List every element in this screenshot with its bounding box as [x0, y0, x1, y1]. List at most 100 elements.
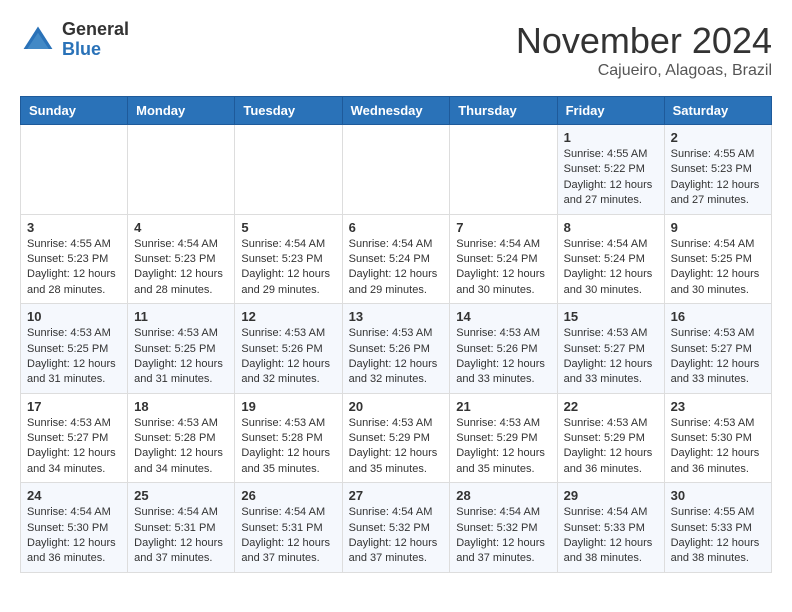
logo-icon	[20, 22, 56, 58]
cell-content: Sunrise: 4:55 AM Sunset: 5:23 PM Dayligh…	[27, 237, 121, 299]
page-header: General Blue November 2024 Cajueiro, Ala…	[20, 20, 772, 80]
calendar-cell	[342, 125, 450, 215]
calendar-cell: 6 Sunrise: 4:54 AM Sunset: 5:24 PM Daylig…	[342, 214, 450, 304]
cell-content: Sunrise: 4:55 AM Sunset: 5:22 PM Dayligh…	[564, 147, 658, 209]
calendar-cell: 12 Sunrise: 4:53 AM Sunset: 5:26 PM Dayli…	[235, 304, 342, 394]
day-number: 6	[349, 220, 444, 235]
calendar-cell: 3 Sunrise: 4:55 AM Sunset: 5:23 PM Daylig…	[21, 214, 128, 304]
day-number: 11	[134, 309, 228, 324]
month-title: November 2024	[516, 20, 772, 62]
day-header-thursday: Thursday	[450, 97, 557, 125]
day-number: 15	[564, 309, 658, 324]
day-number: 24	[27, 488, 121, 503]
calendar-cell: 13 Sunrise: 4:53 AM Sunset: 5:26 PM Dayli…	[342, 304, 450, 394]
calendar-cell	[235, 125, 342, 215]
day-number: 21	[456, 399, 550, 414]
calendar-cell: 24Sunrise: 4:54 AM Sunset: 5:30 PM Dayli…	[21, 483, 128, 573]
calendar-cell: 19 Sunrise: 4:53 AM Sunset: 5:28 PM Dayli…	[235, 393, 342, 483]
calendar-cell: 2Sunrise: 4:55 AM Sunset: 5:23 PM Daylig…	[664, 125, 771, 215]
calendar-cell: 26 Sunrise: 4:54 AM Sunset: 5:31 PM Dayli…	[235, 483, 342, 573]
calendar-cell: 23 Sunrise: 4:53 AM Sunset: 5:30 PM Dayli…	[664, 393, 771, 483]
day-number: 23	[671, 399, 765, 414]
day-number: 25	[134, 488, 228, 503]
day-number: 19	[241, 399, 335, 414]
calendar-cell: 9 Sunrise: 4:54 AM Sunset: 5:25 PM Daylig…	[664, 214, 771, 304]
calendar-cell	[128, 125, 235, 215]
day-header-tuesday: Tuesday	[235, 97, 342, 125]
logo-blue: Blue	[62, 40, 129, 60]
cell-content: Sunrise: 4:54 AM Sunset: 5:33 PM Dayligh…	[564, 505, 658, 567]
calendar-cell: 28 Sunrise: 4:54 AM Sunset: 5:32 PM Dayli…	[450, 483, 557, 573]
calendar-cell	[21, 125, 128, 215]
cell-content: Sunrise: 4:53 AM Sunset: 5:29 PM Dayligh…	[456, 416, 550, 478]
cell-content: Sunrise: 4:54 AM Sunset: 5:31 PM Dayligh…	[241, 505, 335, 567]
calendar-cell: 14 Sunrise: 4:53 AM Sunset: 5:26 PM Dayli…	[450, 304, 557, 394]
day-number: 14	[456, 309, 550, 324]
calendar-table: SundayMondayTuesdayWednesdayThursdayFrid…	[20, 96, 772, 573]
cell-content: Sunrise: 4:54 AM Sunset: 5:23 PM Dayligh…	[134, 237, 228, 299]
cell-content: Sunrise: 4:54 AM Sunset: 5:31 PM Dayligh…	[134, 505, 228, 567]
cell-content: Sunrise: 4:53 AM Sunset: 5:29 PM Dayligh…	[564, 416, 658, 478]
cell-content: Sunrise: 4:54 AM Sunset: 5:24 PM Dayligh…	[456, 237, 550, 299]
calendar-week-5: 24Sunrise: 4:54 AM Sunset: 5:30 PM Dayli…	[21, 483, 772, 573]
day-number: 4	[134, 220, 228, 235]
calendar-cell: 1 Sunrise: 4:55 AM Sunset: 5:22 PM Daylig…	[557, 125, 664, 215]
day-number: 13	[349, 309, 444, 324]
calendar-cell: 15 Sunrise: 4:53 AM Sunset: 5:27 PM Dayli…	[557, 304, 664, 394]
cell-content: Sunrise: 4:53 AM Sunset: 5:26 PM Dayligh…	[241, 326, 335, 388]
cell-content: Sunrise: 4:53 AM Sunset: 5:27 PM Dayligh…	[671, 326, 765, 388]
cell-content: Sunrise: 4:54 AM Sunset: 5:32 PM Dayligh…	[456, 505, 550, 567]
cell-content: Sunrise: 4:53 AM Sunset: 5:26 PM Dayligh…	[349, 326, 444, 388]
day-header-sunday: Sunday	[21, 97, 128, 125]
calendar-header-row: SundayMondayTuesdayWednesdayThursdayFrid…	[21, 97, 772, 125]
day-header-monday: Monday	[128, 97, 235, 125]
calendar-week-4: 17Sunrise: 4:53 AM Sunset: 5:27 PM Dayli…	[21, 393, 772, 483]
day-number: 9	[671, 220, 765, 235]
logo-text: General Blue	[62, 20, 129, 60]
calendar-cell: 8 Sunrise: 4:54 AM Sunset: 5:24 PM Daylig…	[557, 214, 664, 304]
day-number: 8	[564, 220, 658, 235]
cell-content: Sunrise: 4:54 AM Sunset: 5:25 PM Dayligh…	[671, 237, 765, 299]
calendar-cell: 7 Sunrise: 4:54 AM Sunset: 5:24 PM Daylig…	[450, 214, 557, 304]
calendar-cell: 5Sunrise: 4:54 AM Sunset: 5:23 PM Daylig…	[235, 214, 342, 304]
cell-content: Sunrise: 4:53 AM Sunset: 5:30 PM Dayligh…	[671, 416, 765, 478]
day-header-saturday: Saturday	[664, 97, 771, 125]
cell-content: Sunrise: 4:53 AM Sunset: 5:29 PM Dayligh…	[349, 416, 444, 478]
day-number: 7	[456, 220, 550, 235]
day-number: 1	[564, 130, 658, 145]
day-number: 18	[134, 399, 228, 414]
calendar-cell: 29 Sunrise: 4:54 AM Sunset: 5:33 PM Dayli…	[557, 483, 664, 573]
calendar-cell: 18 Sunrise: 4:53 AM Sunset: 5:28 PM Dayli…	[128, 393, 235, 483]
cell-content: Sunrise: 4:53 AM Sunset: 5:28 PM Dayligh…	[134, 416, 228, 478]
day-number: 5	[241, 220, 335, 235]
cell-content: Sunrise: 4:53 AM Sunset: 5:26 PM Dayligh…	[456, 326, 550, 388]
cell-content: Sunrise: 4:53 AM Sunset: 5:28 PM Dayligh…	[241, 416, 335, 478]
day-number: 30	[671, 488, 765, 503]
day-header-friday: Friday	[557, 97, 664, 125]
cell-content: Sunrise: 4:53 AM Sunset: 5:25 PM Dayligh…	[27, 326, 121, 388]
calendar-week-1: 1 Sunrise: 4:55 AM Sunset: 5:22 PM Daylig…	[21, 125, 772, 215]
cell-content: Sunrise: 4:54 AM Sunset: 5:32 PM Dayligh…	[349, 505, 444, 567]
cell-content: Sunrise: 4:54 AM Sunset: 5:24 PM Dayligh…	[564, 237, 658, 299]
day-number: 12	[241, 309, 335, 324]
day-number: 3	[27, 220, 121, 235]
day-header-wednesday: Wednesday	[342, 97, 450, 125]
logo-general: General	[62, 20, 129, 40]
calendar-week-3: 10Sunrise: 4:53 AM Sunset: 5:25 PM Dayli…	[21, 304, 772, 394]
day-number: 27	[349, 488, 444, 503]
calendar-cell: 4 Sunrise: 4:54 AM Sunset: 5:23 PM Daylig…	[128, 214, 235, 304]
logo: General Blue	[20, 20, 129, 60]
day-number: 22	[564, 399, 658, 414]
cell-content: Sunrise: 4:54 AM Sunset: 5:24 PM Dayligh…	[349, 237, 444, 299]
calendar-cell: 16Sunrise: 4:53 AM Sunset: 5:27 PM Dayli…	[664, 304, 771, 394]
calendar-cell: 10Sunrise: 4:53 AM Sunset: 5:25 PM Dayli…	[21, 304, 128, 394]
location: Cajueiro, Alagoas, Brazil	[516, 62, 772, 80]
title-block: November 2024 Cajueiro, Alagoas, Brazil	[516, 20, 772, 80]
day-number: 26	[241, 488, 335, 503]
day-number: 20	[349, 399, 444, 414]
cell-content: Sunrise: 4:53 AM Sunset: 5:27 PM Dayligh…	[564, 326, 658, 388]
calendar-cell: 25 Sunrise: 4:54 AM Sunset: 5:31 PM Dayli…	[128, 483, 235, 573]
cell-content: Sunrise: 4:53 AM Sunset: 5:25 PM Dayligh…	[134, 326, 228, 388]
day-number: 29	[564, 488, 658, 503]
day-number: 28	[456, 488, 550, 503]
